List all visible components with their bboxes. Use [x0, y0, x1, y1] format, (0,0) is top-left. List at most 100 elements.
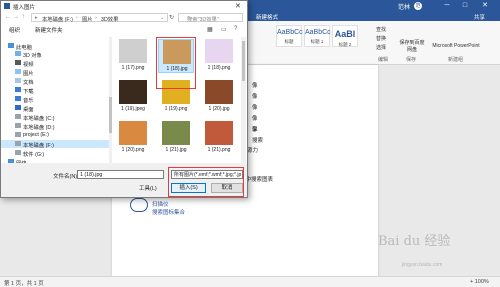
cloud-line: 扫描仪: [152, 202, 169, 208]
nav-item-label: 桌面: [23, 107, 34, 113]
tools-button[interactable]: 工具(L): [139, 184, 157, 192]
nav-item-desktop[interactable]: 桌面: [1, 104, 109, 113]
close-icon[interactable]: ✕: [478, 1, 492, 11]
help-icon[interactable]: ?: [234, 26, 237, 32]
refresh-icon[interactable]: ↻: [169, 14, 174, 21]
forward-arrow-icon[interactable]: →: [13, 14, 19, 20]
nav-item-drive-g[interactable]: 软件 (G:): [1, 149, 109, 158]
up-arrow-icon[interactable]: ↑: [22, 14, 25, 20]
breadcrumb-item[interactable]: 3D效果: [101, 15, 118, 23]
style-label: 标题 2: [338, 42, 352, 47]
nav-item-documents[interactable]: 文档: [1, 77, 109, 86]
style-heading-1[interactable]: AaBbCc 标题 1: [304, 25, 331, 47]
doc-text: 像: [252, 94, 258, 100]
group-editing: 编辑: [378, 57, 389, 63]
file-name: 1 (20).png: [121, 147, 145, 153]
file-name: 1 (20).jpg: [208, 106, 230, 112]
breadcrumb-item[interactable]: 图片: [82, 15, 93, 23]
drive-icon: [15, 141, 21, 146]
file-name: 1 (21).png: [207, 147, 231, 153]
baidu-watermark-url: jingyan.baidu.com: [402, 262, 443, 268]
save-to-baidu-button[interactable]: 保存到百度网盘: [398, 39, 426, 53]
file-item[interactable]: 1 (20).jpg: [201, 80, 237, 114]
zoom-level[interactable]: + 100%: [470, 279, 489, 285]
filename-field[interactable]: 1 (18).jpg: [77, 170, 164, 179]
file-item[interactable]: 1 (19).jpeg: [115, 80, 151, 114]
chevron-down-icon[interactable]: ⌄: [160, 15, 164, 21]
image-thumbnail: [119, 121, 147, 145]
organize-button[interactable]: 组织: [9, 26, 20, 34]
preview-pane-icon[interactable]: ▭: [221, 26, 227, 33]
file-item[interactable]: 1 (18).png: [201, 39, 237, 73]
select-button[interactable]: 选择: [376, 44, 386, 51]
drive-icon: [15, 150, 21, 155]
dialog-titlebar: 插入图片 ✕: [1, 1, 247, 11]
file-name: 1 (18).png: [207, 65, 231, 71]
close-icon[interactable]: ✕: [235, 2, 241, 10]
group-save: 保存: [406, 57, 417, 63]
image-thumbnail: [119, 39, 147, 63]
back-arrow-icon[interactable]: ←: [5, 14, 11, 20]
nav-item-this-pc[interactable]: 此电脑: [1, 42, 109, 51]
search-input[interactable]: ⌕ 搜索"3D效果": [178, 13, 243, 23]
nav-item-drive-e[interactable]: project (E:): [1, 131, 109, 139]
image-thumbnail: [205, 39, 233, 63]
dialog-toolbar: 组织 新建文件夹 ▦ ▭ ?: [1, 24, 247, 35]
file-scrollbar[interactable]: [241, 37, 246, 163]
nav-item-music[interactable]: 音乐: [1, 95, 109, 104]
nav-item-drive-d[interactable]: 本地磁盘 (D:): [1, 122, 109, 131]
nav-item-pictures[interactable]: 图片: [1, 68, 109, 77]
doc-text: 搜索: [252, 138, 264, 144]
user-name[interactable]: 范林: [398, 2, 410, 11]
doc-text: 像: [252, 83, 258, 89]
drive-icon: [15, 114, 21, 119]
file-name: 1 (19).jpeg: [121, 106, 145, 112]
documents-icon: [15, 78, 21, 83]
style-sample: AaBbCc: [277, 29, 303, 36]
maximize-icon[interactable]: □: [458, 1, 472, 11]
new-folder-button[interactable]: 新建文件夹: [35, 26, 63, 34]
file-item[interactable]: 1 (17).png: [115, 39, 151, 73]
nav-item-label: 本地磁盘 (F:): [23, 143, 54, 149]
nav-scrollbar[interactable]: [109, 37, 112, 163]
desktop-icon: [15, 105, 21, 110]
nav-item-label: 视频: [23, 62, 34, 68]
nav-item-label: 本地磁盘 (D:): [23, 125, 55, 131]
image-thumbnail: [162, 121, 190, 145]
nav-item-label: 音乐: [23, 98, 34, 104]
scrollbar-thumb[interactable]: [109, 97, 112, 133]
nav-item-video[interactable]: 视频: [1, 59, 109, 68]
view-options-icon[interactable]: ▦: [207, 26, 213, 33]
drive-icon: [15, 132, 21, 137]
highlight-selected-file: [156, 37, 196, 89]
3d-objects-icon: [15, 51, 21, 56]
file-name: 1 (19).png: [164, 106, 188, 112]
drive-icon: [15, 123, 21, 128]
status-bar: 第 1 页，共 1 页 + 100%: [0, 276, 500, 287]
word-icon: [4, 3, 10, 9]
breadcrumb-item[interactable]: 本地磁盘 (F:): [42, 15, 73, 23]
style-heading-2[interactable]: AaBl 标题 2: [332, 25, 358, 47]
share-button[interactable]: 共享: [474, 13, 485, 21]
file-item[interactable]: 1 (21).png: [201, 121, 237, 155]
minimize-icon[interactable]: ─: [440, 1, 454, 11]
scrollbar-thumb[interactable]: [242, 41, 245, 81]
group-new: 新建组: [448, 57, 464, 63]
find-button[interactable]: 查找: [376, 26, 386, 33]
nav-item-drive-c[interactable]: 本地磁盘 (C:): [1, 113, 109, 122]
nav-item-label: 本地磁盘 (C:): [23, 116, 55, 122]
image-thumbnail: [205, 80, 233, 104]
avatar[interactable]: 范: [414, 2, 422, 10]
address-bar[interactable]: ▸ 本地磁盘 (F:) › 图片 › 3D效果 ⌄: [31, 13, 168, 23]
file-item[interactable]: 1 (21).jpg: [158, 121, 194, 155]
video-icon: [15, 60, 21, 65]
replace-button[interactable]: 替换: [376, 35, 386, 42]
style-title[interactable]: AaBbCc 标题: [276, 25, 303, 47]
powerpoint-button[interactable]: Microsoft PowerPoint: [430, 43, 482, 49]
file-item[interactable]: 1 (20).png: [115, 121, 151, 155]
nav-item-downloads[interactable]: 下载: [1, 86, 109, 95]
nav-item-drive-f[interactable]: 本地磁盘 (F:): [1, 140, 109, 149]
tab-new-format[interactable]: 新建格式: [256, 13, 278, 21]
doc-text: 像: [252, 105, 258, 111]
nav-item-3d-objects[interactable]: 3D 对象: [1, 50, 109, 59]
